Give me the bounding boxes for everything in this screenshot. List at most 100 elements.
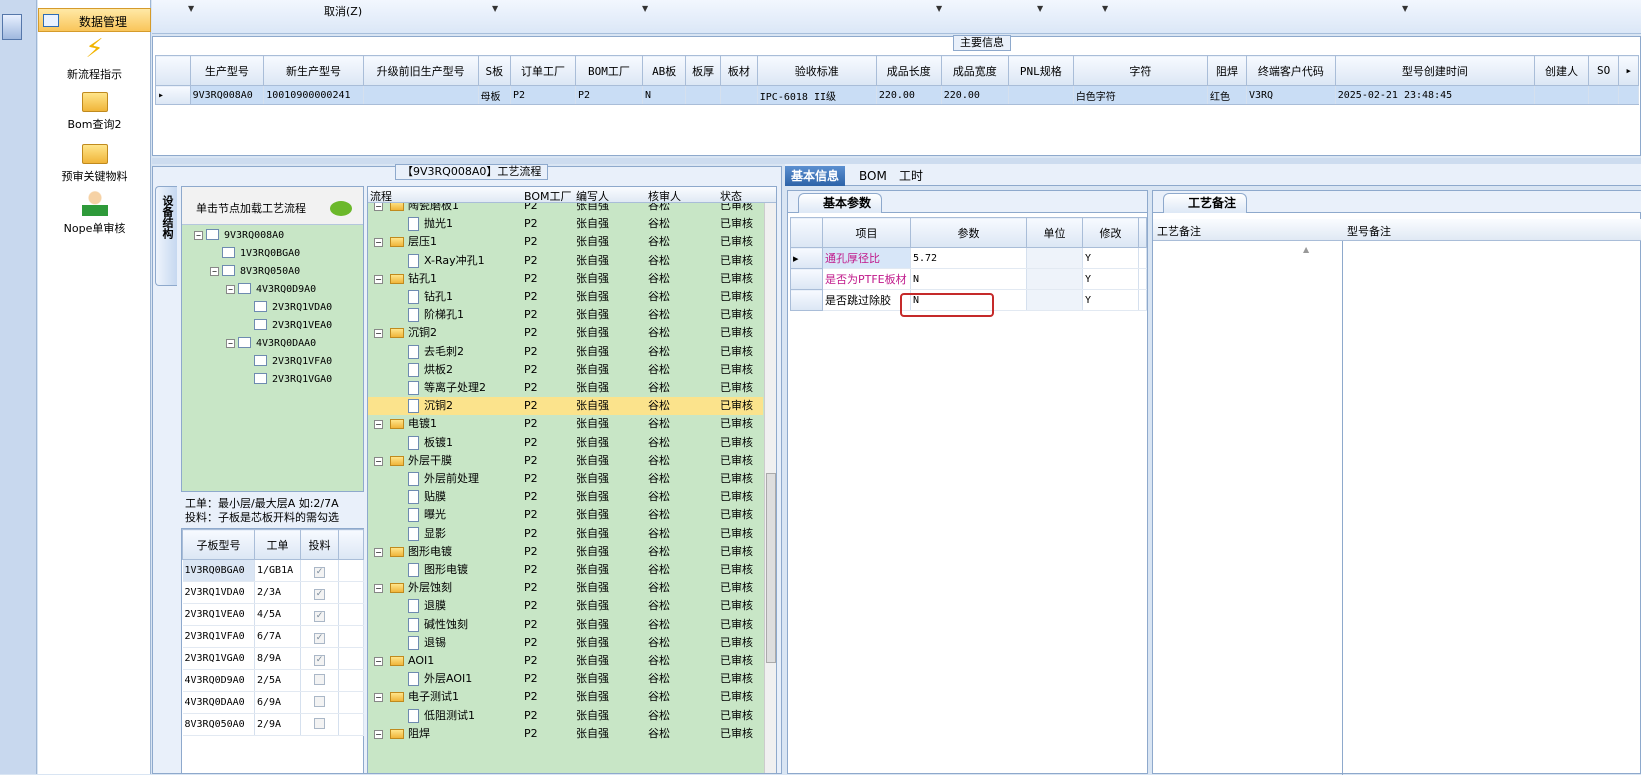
chevron-down-icon[interactable]: ▼ [1102,4,1108,13]
cell[interactable] [1008,85,1074,105]
sub-board-model[interactable]: 4V3RQ0D9A0 [182,669,255,692]
nav-item-data-management[interactable]: 数据管理 [38,8,151,32]
scroll-right-button[interactable]: ▸ [1618,55,1639,86]
col-header[interactable]: 子板型号 [182,529,255,560]
flow-row[interactable]: 板镀1 P2 张自强 谷松 已审核 [368,434,763,452]
cell[interactable] [1534,85,1590,105]
table-row[interactable]: 4V3RQ0DAA0 6/9A [182,691,364,714]
tab-process-notes[interactable]: 工艺备注 [1163,193,1248,213]
col-header[interactable]: 编写人 [576,188,609,204]
col-header[interactable]: 升级前旧生产型号 [362,55,479,86]
tab-basic-params[interactable]: 基本参数 [798,193,883,213]
collapse-icon[interactable]: − [374,238,383,248]
flow-row[interactable]: − AOI1 P2 张自强 谷松 已审核 [368,652,763,670]
tab-equipment-structure[interactable]: 设备结构 [155,186,177,286]
cell[interactable]: 母板 [478,85,512,105]
chevron-down-icon[interactable]: ▼ [492,4,498,13]
col-header[interactable]: 板材 [719,55,758,86]
flow-row[interactable]: 阶梯孔1 P2 张自强 谷松 已审核 [368,306,763,324]
cell[interactable]: P2 [510,85,576,105]
collapse-icon[interactable]: − [226,285,235,294]
app-calendar-icon[interactable] [2,14,22,40]
chat-bubble-icon[interactable] [330,201,352,216]
table-row[interactable]: ▸ 9V3RQ008A0 10010900000241 母板 P2 P2 N I… [155,85,1639,105]
sub-board-order[interactable]: 2/3A [254,581,301,604]
tree-node[interactable]: 2V3RQ1VFA0 [242,355,332,369]
col-header[interactable]: 修改 [1082,217,1139,248]
table-row[interactable]: 2V3RQ1VGA0 8/9A ✓ [182,647,364,670]
param-unit[interactable] [1026,247,1083,269]
param-unit[interactable] [1026,268,1083,290]
sub-board-table[interactable]: 子板型号 工单 投料 1V3RQ0BGA0 1/GB1A ✓ 2V3RQ1VDA0 2/… [181,528,364,774]
col-header[interactable]: 工艺备注 [1157,223,1201,239]
flow-row[interactable]: X-Ray冲孔1 P2 张自强 谷松 已审核 [368,252,763,270]
flow-row[interactable]: 抛光1 P2 张自强 谷松 已审核 [368,215,763,233]
collapse-icon[interactable]: − [374,456,383,466]
param-editable[interactable]: Y [1082,268,1139,290]
process-notes-area[interactable]: ▲ [1153,241,1343,775]
collapse-icon[interactable]: − [374,547,383,557]
flow-row[interactable]: − 外层干膜 P2 张自强 谷松 已审核 [368,452,763,470]
col-header[interactable]: 单位 [1026,217,1083,248]
sub-board-model[interactable]: 2V3RQ1VGA0 [182,647,255,670]
cell[interactable] [685,85,721,105]
nav-item-prereview-material[interactable]: 预审关键物料 [38,140,151,184]
sub-board-order[interactable]: 6/9A [254,691,301,714]
param-value[interactable]: N [910,268,1027,290]
tree-node[interactable]: 1V3RQ0BGA0 [210,247,300,261]
grid-corner[interactable] [155,55,191,86]
flow-row[interactable]: 等离子处理2 P2 张自强 谷松 已审核 [368,379,763,397]
cell[interactable]: 白色字符 [1073,85,1209,105]
col-header[interactable]: 验收标准 [756,55,877,86]
feed-checkbox[interactable]: ✓ [314,632,325,644]
flow-row[interactable]: 烘板2 P2 张自强 谷松 已审核 [368,361,763,379]
feed-checkbox[interactable]: ✓ [314,610,325,622]
flow-row[interactable]: − 阻焊 P2 张自强 谷松 已审核 [368,725,763,743]
feed-checkbox[interactable] [314,673,325,685]
sub-board-order[interactable]: 8/9A [254,647,301,670]
sub-board-model[interactable]: 8V3RQ050A0 [182,713,255,736]
col-header[interactable]: 参数 [910,217,1027,248]
collapse-icon[interactable]: − [374,657,383,666]
chevron-down-icon[interactable]: ▼ [1037,4,1043,13]
flow-grid[interactable]: 流程 BOM工厂 编写人 核审人 状态 − 陶瓷磨板1 P2 张自强 谷松 已审核 抛光1 P… [367,186,777,774]
sub-board-grid[interactable]: 子板型号 工单 投料 1V3RQ0BGA0 1/GB1A ✓ 2V3RQ1VDA0 2/… [182,529,364,736]
collapse-icon[interactable]: − [374,329,383,339]
cell[interactable] [363,85,479,105]
chevron-down-icon[interactable]: ▼ [188,4,194,13]
table-row[interactable]: 8V3RQ050A0 2/9A [182,713,364,736]
tree-node[interactable]: 2V3RQ1VDA0 [242,301,332,315]
sub-board-order[interactable]: 6/7A [254,625,301,648]
table-row[interactable]: 1V3RQ0BGA0 1/GB1A ✓ [182,559,364,582]
flow-row[interactable]: 钻孔1 P2 张自强 谷松 已审核 [368,288,763,306]
feed-checkbox[interactable]: ✓ [314,566,325,578]
tree-node[interactable]: − 4V3RQ0D9A0 [226,283,316,297]
param-unit[interactable] [1026,289,1083,311]
flow-row[interactable]: 贴膜 P2 张自强 谷松 已审核 [368,488,763,506]
tree-node[interactable]: 2V3RQ1VEA0 [242,319,332,333]
cell[interactable]: IPC-6018 II级 [757,85,877,105]
tree-node[interactable]: 2V3RQ1VGA0 [242,373,332,387]
sub-board-order[interactable]: 2/9A [254,713,301,736]
cell[interactable]: 红色 [1207,85,1247,105]
flow-row[interactable]: 图形电镀 P2 张自强 谷松 已审核 [368,561,763,579]
scrollbar-thumb[interactable] [766,473,776,663]
flow-row[interactable]: 碱性蚀刻 P2 张自强 谷松 已审核 [368,616,763,634]
feed-checkbox[interactable] [314,717,325,729]
collapse-icon[interactable]: − [374,584,383,594]
cell[interactable]: 220.00 [941,85,1009,105]
flow-row[interactable]: − 层压1 P2 张自强 谷松 已审核 [368,233,763,251]
collapse-icon[interactable]: − [374,420,383,430]
col-header[interactable]: 型号备注 [1347,223,1391,239]
chevron-down-icon[interactable]: ▼ [642,4,648,13]
col-header[interactable]: 成品宽度 [940,55,1009,86]
table-row[interactable]: ▸ 通孔厚径比 5.72 Y [790,247,1147,269]
flow-row[interactable]: 去毛刺2 P2 张自强 谷松 已审核 [368,343,763,361]
flow-row[interactable]: 退膜 P2 张自强 谷松 已审核 [368,597,763,615]
sub-board-model[interactable]: 2V3RQ1VDA0 [182,581,255,604]
collapse-icon[interactable]: − [374,693,383,703]
sub-board-model[interactable]: 4V3RQ0DAA0 [182,691,255,714]
flow-row[interactable]: 退锡 P2 张自强 谷松 已审核 [368,634,763,652]
feed-checkbox[interactable]: ✓ [314,588,325,600]
feed-checkbox[interactable] [314,695,325,707]
